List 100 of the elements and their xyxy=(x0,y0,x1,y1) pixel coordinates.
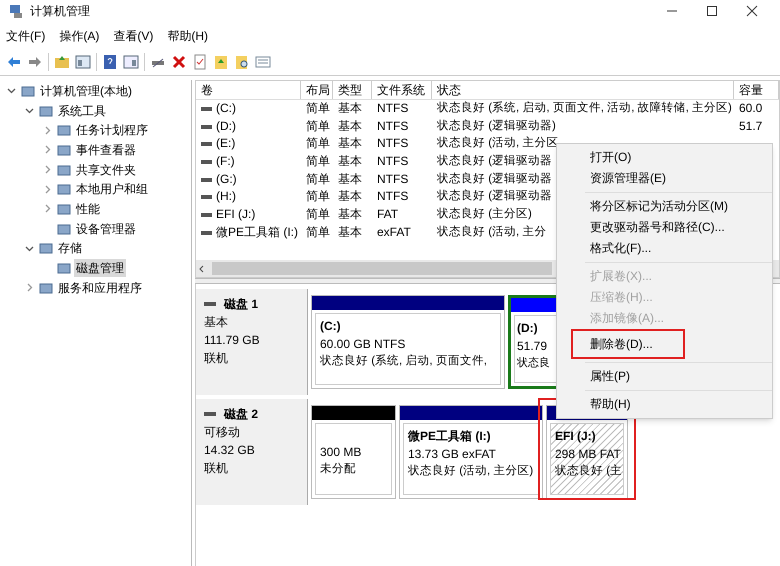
table-cell-text: (C:) xyxy=(216,100,236,117)
menu-item[interactable]: 查看(V) xyxy=(113,27,154,45)
chevron-right-icon[interactable] xyxy=(42,145,52,154)
table-cell-text: (E:) xyxy=(216,135,236,152)
chevron-right-icon[interactable] xyxy=(42,204,52,214)
folder-tool-icon xyxy=(57,162,71,177)
context-menu-item[interactable]: 属性(P) xyxy=(585,366,772,387)
chevron-down-icon[interactable] xyxy=(6,86,16,96)
context-menu-item[interactable]: 删除卷(D)... xyxy=(571,329,685,359)
context-menu-item[interactable]: 资源管理器(E) xyxy=(585,168,772,189)
tree-item[interactable]: 任务计划程序 xyxy=(74,121,150,140)
help-icon[interactable] xyxy=(102,54,118,70)
chevron-right-icon[interactable] xyxy=(24,283,34,292)
delete-icon[interactable] xyxy=(171,54,187,70)
context-menu-item[interactable]: 打开(O) xyxy=(585,147,772,168)
column-header[interactable]: 文件系统 xyxy=(372,81,432,99)
table-cell-text: 基本 xyxy=(338,188,362,206)
tree-item[interactable]: 计算机管理(本地) xyxy=(38,82,134,100)
menu-item[interactable]: 操作(A) xyxy=(59,27,100,45)
table-cell-text: 状态良好 (活动, 主分 xyxy=(437,224,546,240)
volume-icon xyxy=(201,124,212,129)
volume-icon xyxy=(201,178,212,182)
checklist-icon[interactable] xyxy=(192,54,208,70)
partition-block[interactable]: 微PE工具箱 (I:) 13.73 GB exFAT 状态良好 (活动, 主分区) xyxy=(399,405,543,499)
table-cell-text: 状态良好 (系统, 启动, 页面文件, 活动, 故障转储, 主分区) xyxy=(437,100,732,116)
column-header[interactable]: 卷 xyxy=(196,81,301,99)
partition-status: 未分配 xyxy=(320,462,357,477)
table-cell-text: 状态良好 (逻辑驱动器 xyxy=(437,154,552,170)
table-cell-text: EFI (J:) xyxy=(216,206,256,224)
column-header[interactable]: 类型 xyxy=(333,81,372,99)
volume-icon xyxy=(201,230,212,235)
table-cell-text: NTFS xyxy=(377,170,408,188)
folder-tool-icon xyxy=(57,123,71,138)
disk-status: 联机 xyxy=(204,350,229,367)
panel-icon[interactable] xyxy=(75,54,91,70)
tree-item[interactable]: 服务和应用程序 xyxy=(56,278,144,297)
list-icon[interactable] xyxy=(255,54,271,70)
folder-tool-icon xyxy=(39,104,53,118)
folder-tool-icon xyxy=(57,202,71,216)
column-header[interactable]: 状态 xyxy=(432,81,734,99)
table-cell-text: NTFS xyxy=(377,153,408,170)
partition-label: 微PE工具箱 (I:) xyxy=(408,428,492,445)
chevron-right-icon[interactable] xyxy=(42,126,52,135)
context-menu-item[interactable]: 格式化(F)... xyxy=(585,238,772,259)
disk-size: 111.79 GB xyxy=(204,332,261,349)
disk-type: 基本 xyxy=(204,314,229,331)
folder-tool-icon xyxy=(57,222,71,236)
tree-item[interactable]: 系统工具 xyxy=(56,102,108,120)
table-cell-text: 基本 xyxy=(338,135,362,152)
partition-size: 51.79 xyxy=(517,338,548,355)
maximize-icon[interactable] xyxy=(706,5,718,17)
panel-icon[interactable] xyxy=(123,54,139,70)
column-header[interactable]: 布局 xyxy=(301,81,333,99)
disk-name: 磁盘 1 xyxy=(224,296,258,313)
table-cell-text: 简单 xyxy=(306,135,330,152)
volume-icon xyxy=(201,160,212,164)
volume-icon xyxy=(201,142,212,146)
table-cell-text: NTFS xyxy=(377,188,408,206)
table-cell-text: 简单 xyxy=(306,224,330,241)
table-cell-text: 微PE工具箱 (I:) xyxy=(216,224,298,241)
partition-block[interactable]: 300 MB 未分配 xyxy=(311,405,396,499)
chevron-down-icon[interactable] xyxy=(24,244,34,253)
table-cell-text: 60.0 xyxy=(739,100,762,117)
table-cell-text: 基本 xyxy=(338,206,362,224)
tree-item[interactable]: 本地用户和组 xyxy=(74,180,150,198)
table-cell-text: 状态良好 (逻辑驱动器) xyxy=(437,118,556,134)
disk-status: 联机 xyxy=(204,460,229,477)
table-cell-text: 简单 xyxy=(306,100,330,117)
chevron-right-icon[interactable] xyxy=(42,165,52,174)
menu-item[interactable]: 文件(F) xyxy=(6,27,46,45)
scrollbar-thumb[interactable] xyxy=(212,262,552,275)
volume-icon xyxy=(201,195,212,200)
folder-up-icon[interactable] xyxy=(213,54,229,70)
chevron-down-icon[interactable] xyxy=(24,106,34,116)
folder-tool-icon xyxy=(21,84,35,98)
table-cell-text: 简单 xyxy=(306,170,330,188)
chevron-right-icon[interactable] xyxy=(42,184,52,194)
tree-item[interactable]: 设备管理器 xyxy=(74,220,138,238)
folder-up-icon[interactable] xyxy=(54,54,70,70)
partition-status: 状态良 xyxy=(517,356,551,371)
table-cell-text: (H:) xyxy=(216,188,236,206)
table-cell-text: 简单 xyxy=(306,188,330,206)
partition-block[interactable]: (C:) 60.00 GB NTFS 状态良好 (系统, 启动, 页面文件, xyxy=(311,295,505,389)
context-menu-item[interactable]: 更改驱动器号和路径(C)... xyxy=(585,217,772,238)
menu-item[interactable]: 帮助(H) xyxy=(167,27,208,45)
tree-item[interactable]: 性能 xyxy=(74,200,102,218)
partition-size: 60.00 GB NTFS xyxy=(320,336,406,353)
column-header[interactable]: 容量 xyxy=(734,81,779,99)
folder-tool-icon xyxy=(57,142,71,157)
table-cell-text: 基本 xyxy=(338,224,362,241)
tree-item[interactable]: 存储 xyxy=(56,239,84,258)
close-icon[interactable] xyxy=(746,5,758,17)
search-icon[interactable] xyxy=(234,54,250,70)
disk-size: 14.32 GB xyxy=(204,442,256,459)
table-cell-text: (D:) xyxy=(216,118,236,135)
tree-item[interactable]: 磁盘管理 xyxy=(74,259,126,278)
context-menu-item[interactable]: 将分区标记为活动分区(M) xyxy=(585,196,772,217)
partition-status: 状态良好 (主 xyxy=(555,463,619,479)
tree-item[interactable]: 事件查看器 xyxy=(74,140,138,159)
tree-item[interactable]: 共享文件夹 xyxy=(74,160,138,179)
